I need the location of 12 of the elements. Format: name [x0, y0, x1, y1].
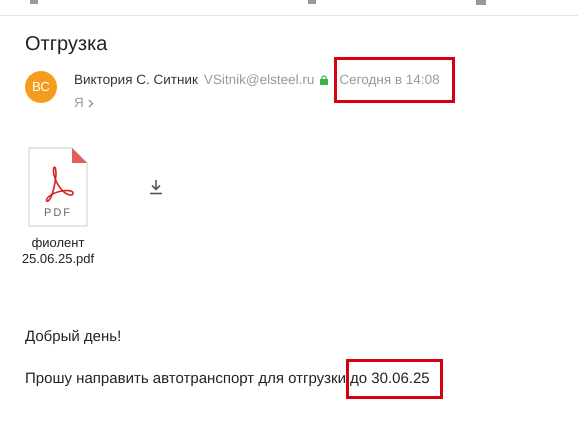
highlight-box: до 30.06.25	[346, 358, 443, 398]
file-name[interactable]: фиолент	[32, 234, 84, 250]
body-text: Добрый день!	[25, 326, 122, 346]
chevron-right-icon	[88, 98, 94, 108]
time-label: Сегодня в 14:08	[334, 57, 455, 104]
file-name[interactable]: 25.06.25.pdf	[22, 250, 94, 266]
pdf-file-icon[interactable]: PDF	[28, 146, 88, 226]
body-text: Прошу направить автотранспорт для отгрузки	[25, 368, 346, 388]
download-icon[interactable]	[149, 178, 163, 194]
avatar: ВС	[25, 71, 57, 103]
email-subject: Отгрузка	[25, 32, 108, 57]
sender-name: Виктория С. Ситник	[74, 71, 198, 89]
